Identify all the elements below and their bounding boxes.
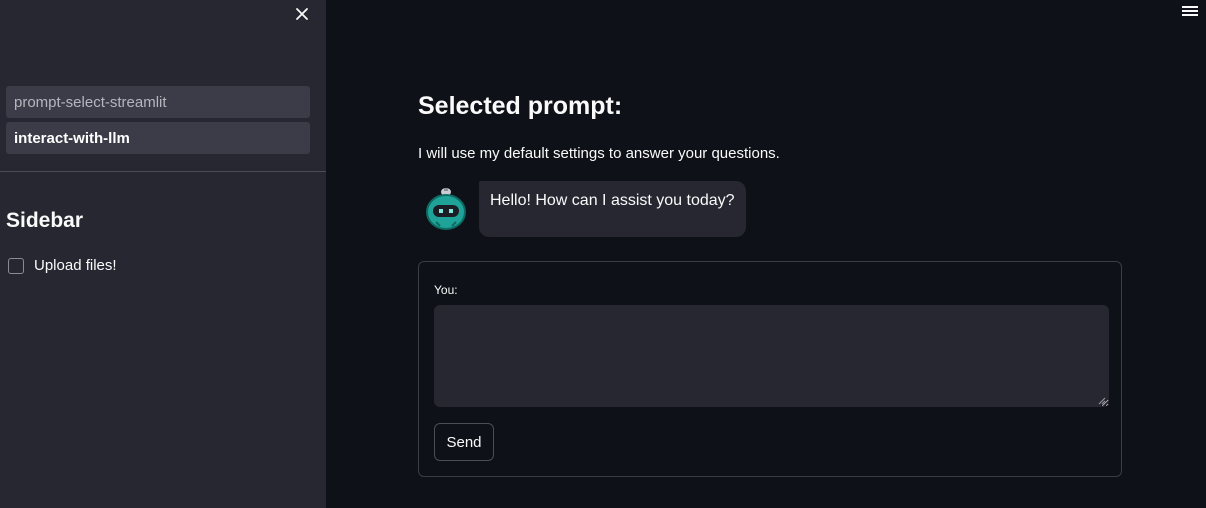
robot-avatar-icon [426, 188, 466, 230]
assistant-message-text: Hello! How can I assist you today? [490, 192, 735, 209]
close-sidebar-button[interactable] [291, 3, 313, 25]
sidebar-nav-prompt-select-streamlit[interactable]: prompt-select-streamlit [6, 86, 310, 118]
assistant-avatar [424, 186, 468, 230]
sidebar-title: Sidebar [6, 209, 84, 232]
page-title: Selected prompt: [418, 92, 623, 120]
hamburger-menu-icon [1182, 6, 1198, 8]
chat-form: You: Send [418, 261, 1122, 477]
upload-files-checkbox-row[interactable]: Upload files! [8, 257, 117, 274]
upload-files-label: Upload files! [34, 257, 117, 274]
close-icon [296, 8, 308, 20]
user-input-label: You: [434, 283, 458, 297]
sidebar-nav-label: prompt-select-streamlit [14, 93, 167, 111]
sidebar: prompt-select-streamlit interact-with-ll… [0, 0, 326, 508]
sidebar-nav-label: interact-with-llm [14, 129, 130, 147]
user-message-input[interactable] [434, 305, 1109, 407]
upload-files-checkbox[interactable] [8, 257, 24, 274]
sidebar-nav-interact-with-llm[interactable]: interact-with-llm [6, 122, 310, 154]
resize-handle-icon[interactable] [1098, 397, 1106, 405]
assistant-message-bubble: Hello! How can I assist you today? [479, 181, 746, 237]
main-menu-button[interactable] [1181, 4, 1199, 20]
send-button[interactable]: Send [434, 423, 494, 461]
sidebar-divider [0, 171, 326, 172]
settings-info-text: I will use my default settings to answer… [418, 145, 780, 162]
